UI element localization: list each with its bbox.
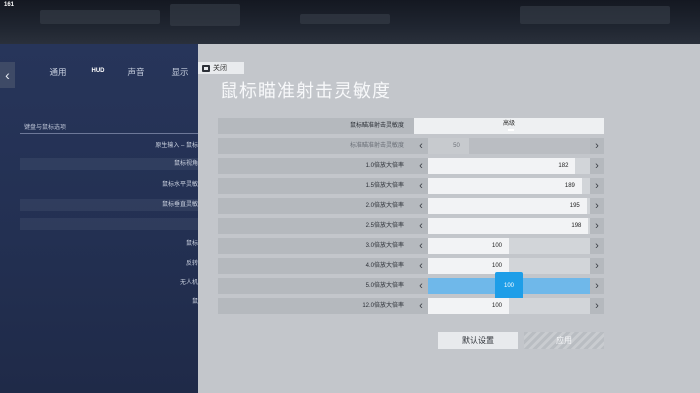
slider[interactable]: ‹ 198 › [414, 218, 604, 234]
slider-track[interactable]: 198 [428, 218, 590, 234]
increase-arrow-icon[interactable]: › [590, 198, 604, 214]
slider-track[interactable]: 195 [428, 198, 590, 214]
slider-track[interactable]: 189 [428, 178, 590, 194]
increase-arrow-icon[interactable]: › [590, 298, 604, 314]
decrease-arrow-icon[interactable]: ‹ [414, 258, 428, 274]
default-settings-button[interactable]: 默认设置 [438, 332, 518, 349]
setting-label: 1.5倍放大倍率 [365, 183, 404, 189]
slider-value: 189 [564, 183, 575, 189]
increase-arrow-icon[interactable]: › [590, 158, 604, 174]
sensitivity-mode-select[interactable]: 高级 [414, 118, 604, 134]
setting-row[interactable]: 鼠 [20, 296, 198, 308]
setting-row[interactable]: 无人机 [20, 277, 198, 289]
slider-track[interactable]: 182 [428, 158, 590, 174]
slider[interactable]: ‹ 189 › [414, 178, 604, 194]
setting-row: 2.0倍放大倍率 ‹ 195 › [218, 198, 604, 214]
sensitivity-dialog: 关闭 鼠标瞄准射击灵敏度 鼠标瞄准射击灵敏度 高级 标准瞄准射击灵敏度 ‹ 50… [198, 44, 700, 393]
increase-arrow-icon[interactable]: › [590, 238, 604, 254]
chevron-left-icon: ‹ [5, 67, 10, 83]
decrease-arrow-icon[interactable]: ‹ [414, 238, 428, 254]
setting-label: 2.0倍放大倍率 [365, 203, 404, 209]
close-label: 关闭 [213, 65, 227, 72]
setting-row[interactable]: 反转 [20, 258, 198, 270]
decrease-arrow-icon[interactable]: ‹ [414, 198, 428, 214]
setting-row[interactable]: 鼠标垂直灵敏 [20, 199, 198, 211]
decrease-arrow-icon[interactable]: ‹ [414, 218, 428, 234]
tab-general[interactable]: 通用 [46, 66, 70, 78]
setting-label: 1.0倍放大倍率 [365, 163, 404, 169]
setting-label: 12.0倍放大倍率 [362, 303, 404, 309]
fps-counter: 161 [4, 2, 15, 8]
setting-row[interactable]: 鼠标视角 [20, 158, 198, 170]
slider-value: 182 [558, 163, 569, 169]
select-marker [508, 129, 514, 131]
increase-arrow-icon[interactable]: › [590, 258, 604, 274]
apply-button[interactable]: 应用 [524, 332, 604, 349]
tab-hud[interactable]: HUD [86, 68, 110, 74]
decrease-arrow-icon[interactable]: ‹ [414, 298, 428, 314]
slider-value: 100 [503, 283, 514, 289]
setting-row: 4.0倍放大倍率 ‹ 100 › [218, 258, 604, 274]
setting-row: 5.0倍放大倍率 ‹ 100 › [218, 272, 604, 300]
setting-label: 2.5倍放大倍率 [365, 223, 404, 229]
setting-row[interactable] [20, 218, 198, 230]
slider-value: 195 [569, 203, 580, 209]
decrease-arrow-icon[interactable]: ‹ [414, 278, 428, 294]
setting-row: 12.0倍放大倍率 ‹ 100 › [218, 298, 604, 314]
increase-arrow-icon[interactable]: › [590, 218, 604, 234]
setting-row: 2.5倍放大倍率 ‹ 198 › [218, 218, 604, 234]
back-button[interactable]: ‹ [0, 62, 15, 88]
slider-value: 50 [453, 143, 460, 149]
setting-row: 3.0倍放大倍率 ‹ 100 › [218, 238, 604, 254]
tab-sound[interactable]: 声音 [124, 66, 148, 78]
slider-track[interactable]: 50 [428, 138, 590, 154]
decrease-arrow-icon[interactable]: ‹ [414, 138, 428, 154]
setting-row: 1.5倍放大倍率 ‹ 189 › [218, 178, 604, 194]
setting-label: 3.0倍放大倍率 [365, 243, 404, 249]
decrease-arrow-icon[interactable]: ‹ [414, 178, 428, 194]
setting-row: 鼠标瞄准射击灵敏度 高级 [218, 118, 604, 134]
slider[interactable]: ‹ 100 › [414, 272, 604, 300]
decrease-arrow-icon[interactable]: ‹ [414, 158, 428, 174]
settings-panel: ‹ 通用 HUD 声音 显示 键盘与鼠标选项 原生输入 – 鼠标 鼠标视角 鼠标… [0, 44, 198, 393]
slider[interactable]: ‹ 100 › [414, 298, 604, 314]
slider-value: 198 [571, 223, 582, 229]
slider-value: 100 [491, 303, 502, 309]
slider[interactable]: ‹ 100 › [414, 238, 604, 254]
setting-row: 1.0倍放大倍率 ‹ 182 › [218, 158, 604, 174]
close-tab[interactable]: 关闭 [198, 62, 244, 74]
setting-label: 标准瞄准射击灵敏度 [349, 143, 404, 149]
tab-display[interactable]: 显示 [168, 66, 192, 78]
setting-row[interactable]: 原生输入 – 鼠标 [20, 140, 198, 152]
setting-row[interactable]: 鼠标 [20, 238, 198, 250]
setting-label: 5.0倍放大倍率 [365, 283, 404, 289]
slider-thumb[interactable]: 100 [495, 272, 523, 300]
slider[interactable]: ‹ 182 › [414, 158, 604, 174]
setting-row: 标准瞄准射击灵敏度 ‹ 50 › [218, 138, 604, 154]
slider[interactable]: ‹ 195 › [414, 198, 604, 214]
dialog-title: 鼠标瞄准射击灵敏度 [220, 81, 391, 101]
setting-row[interactable]: 鼠标水平灵敏 [20, 179, 198, 191]
game-scene-background: 161 [0, 0, 700, 44]
close-icon [202, 64, 210, 72]
increase-arrow-icon[interactable]: › [590, 178, 604, 194]
setting-label: 4.0倍放大倍率 [365, 263, 404, 269]
section-header: 键盘与鼠标选项 [20, 122, 198, 134]
slider[interactable]: ‹ 50 › [414, 138, 604, 154]
slider-value: 100 [491, 243, 502, 249]
increase-arrow-icon[interactable]: › [590, 278, 604, 294]
increase-arrow-icon[interactable]: › [590, 138, 604, 154]
setting-label: 鼠标瞄准射击灵敏度 [349, 123, 404, 129]
slider-track[interactable]: 100 [428, 238, 590, 254]
slider-track[interactable]: 100 [428, 298, 590, 314]
